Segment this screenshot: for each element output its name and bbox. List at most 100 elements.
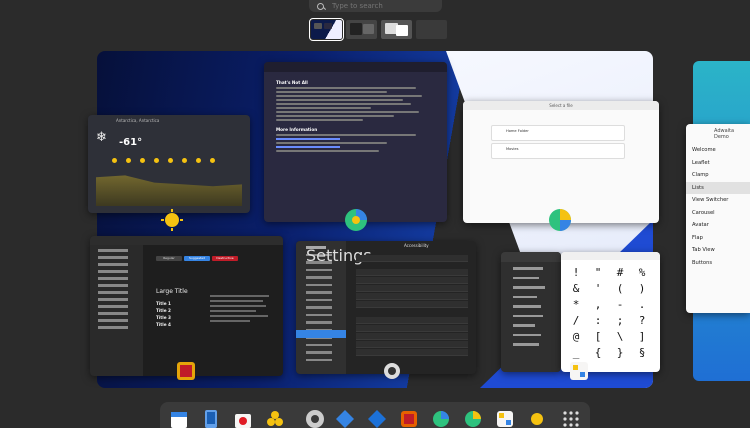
contacts-window[interactable] xyxy=(501,252,561,372)
character-cell[interactable]: ! xyxy=(565,266,587,279)
workspace-thumbnails xyxy=(309,18,447,41)
builder-icon[interactable] xyxy=(336,410,354,428)
article-window[interactable]: That's Not All More Information xyxy=(264,62,447,222)
settings-row[interactable] xyxy=(356,317,468,324)
settings-row[interactable] xyxy=(356,269,468,276)
list-item[interactable]: Leaflet xyxy=(686,157,750,170)
characters-icon xyxy=(570,362,588,380)
dialog-item-movies[interactable]: Movies xyxy=(491,143,625,159)
character-cell[interactable]: / xyxy=(565,314,587,327)
overview: Antarctica, Antarctica ❄ -61° That's Not… xyxy=(0,0,750,428)
character-cell[interactable]: ; xyxy=(609,314,631,327)
show-apps-icon[interactable] xyxy=(562,410,580,428)
weather-dock-icon[interactable] xyxy=(528,410,546,428)
settings-panel-title: Accessibility xyxy=(404,243,429,248)
character-cell[interactable]: § xyxy=(631,346,653,359)
character-cell[interactable]: # xyxy=(609,266,631,279)
article-heading-1: That's Not All xyxy=(276,80,308,85)
settings-row[interactable] xyxy=(356,341,468,348)
settings-row[interactable] xyxy=(356,301,468,308)
phone-icon[interactable] xyxy=(202,410,220,428)
destructive-button[interactable]: Destructive xyxy=(212,256,238,261)
list-window-title: Adwaita Demo xyxy=(714,128,735,140)
character-cell[interactable]: % xyxy=(631,266,653,279)
article-link-2[interactable] xyxy=(276,146,340,148)
disk-usage-dock-icon[interactable] xyxy=(464,410,482,428)
workspace-thumbnail-2[interactable] xyxy=(346,20,377,39)
character-cell[interactable]: & xyxy=(565,282,587,295)
search-bar[interactable] xyxy=(309,0,442,12)
settings-gear-icon xyxy=(384,363,400,379)
adwaita-demo-window[interactable]: Regular Suggested Destructive Large Titl… xyxy=(90,236,283,376)
settings-row[interactable] xyxy=(356,333,468,340)
characters-window[interactable]: ! " #% & '() *, -. /:;? @[\] _{} § xyxy=(561,252,660,372)
character-cell[interactable]: " xyxy=(587,266,609,279)
settings-row[interactable] xyxy=(356,293,468,300)
workspace-thumbnail-4[interactable] xyxy=(416,20,447,39)
character-cell[interactable]: _ xyxy=(565,346,587,359)
regular-button[interactable]: Regular xyxy=(156,256,182,261)
character-cell[interactable]: , xyxy=(587,298,609,311)
hourly-forecast xyxy=(112,158,215,163)
list-item[interactable]: View Switcher xyxy=(686,194,750,207)
list-item[interactable]: Flap xyxy=(686,232,750,245)
settings-sidebar-accessibility[interactable] xyxy=(296,330,346,338)
character-cell[interactable]: ' xyxy=(587,282,609,295)
workspace-thumbnail-3[interactable] xyxy=(381,20,412,39)
calendar-icon[interactable] xyxy=(170,410,188,428)
character-cell[interactable]: : xyxy=(587,314,609,327)
character-cell[interactable]: } xyxy=(609,346,631,359)
character-cell[interactable]: . xyxy=(631,298,653,311)
workspace-thumbnail-1[interactable] xyxy=(309,18,344,41)
article-link-1[interactable] xyxy=(276,138,340,140)
dialog-item-home[interactable]: Home Folder xyxy=(491,125,625,141)
settings-row[interactable] xyxy=(356,255,468,262)
settings-icon[interactable] xyxy=(304,408,326,428)
web-browser-icon xyxy=(345,209,367,231)
settings-row[interactable] xyxy=(356,277,468,284)
character-cell[interactable]: \ xyxy=(609,330,631,343)
settings-row[interactable] xyxy=(356,325,468,332)
title-1: Title 1 xyxy=(156,301,171,306)
adw-titlebar xyxy=(90,236,283,245)
list-item[interactable]: Clamp xyxy=(686,169,750,182)
list-item[interactable]: Lists xyxy=(686,181,750,194)
title-2: Title 2 xyxy=(156,308,171,313)
list-item[interactable]: Carousel xyxy=(686,207,750,220)
adwaita-list-window[interactable]: Adwaita Demo Welcome Leaflet Clamp Lists Vie… xyxy=(686,124,750,313)
character-cell[interactable]: - xyxy=(609,298,631,311)
software-icon[interactable] xyxy=(234,410,252,428)
settings-window[interactable]: Settings Accessibility xyxy=(296,241,476,374)
article-heading-2: More Information xyxy=(276,127,318,132)
character-cell[interactable]: @ xyxy=(565,330,587,343)
weather-location: Antarctica, Antarctica xyxy=(116,118,160,123)
character-cell[interactable]: ( xyxy=(609,282,631,295)
file-chooser-window[interactable]: Select a file Home Folder Movies xyxy=(463,101,659,223)
search-input[interactable] xyxy=(332,2,432,10)
list-item[interactable]: Buttons xyxy=(686,257,750,270)
weather-window[interactable]: Antarctica, Antarctica ❄ -61° xyxy=(88,115,250,213)
temperature-graph xyxy=(96,175,242,206)
character-cell[interactable]: ? xyxy=(631,314,653,327)
web-browser-dock-icon[interactable] xyxy=(432,410,450,428)
character-cell[interactable]: ) xyxy=(631,282,653,295)
dialog-title: Select a file xyxy=(463,101,659,110)
character-cell[interactable]: [ xyxy=(587,330,609,343)
character-cell[interactable]: { xyxy=(587,346,609,359)
title-3: Title 3 xyxy=(156,315,171,320)
character-cell[interactable]: * xyxy=(565,298,587,311)
builder-alt-icon[interactable] xyxy=(368,410,386,428)
settings-row[interactable] xyxy=(356,285,468,292)
characters-dock-icon[interactable] xyxy=(496,410,514,428)
settings-row[interactable] xyxy=(356,349,468,356)
image-viewer-icon xyxy=(177,362,195,380)
list-item[interactable]: Tab View xyxy=(686,244,750,257)
weather-temperature: -61° xyxy=(119,137,143,148)
list-item[interactable]: Welcome xyxy=(686,144,750,157)
suggested-button[interactable]: Suggested xyxy=(184,256,210,261)
extensions-icon[interactable] xyxy=(266,410,284,428)
list-item[interactable]: Avatar xyxy=(686,219,750,232)
character-cell[interactable]: ] xyxy=(631,330,653,343)
large-title: Large Title xyxy=(156,288,188,295)
image-viewer-dock-icon[interactable] xyxy=(400,410,418,428)
